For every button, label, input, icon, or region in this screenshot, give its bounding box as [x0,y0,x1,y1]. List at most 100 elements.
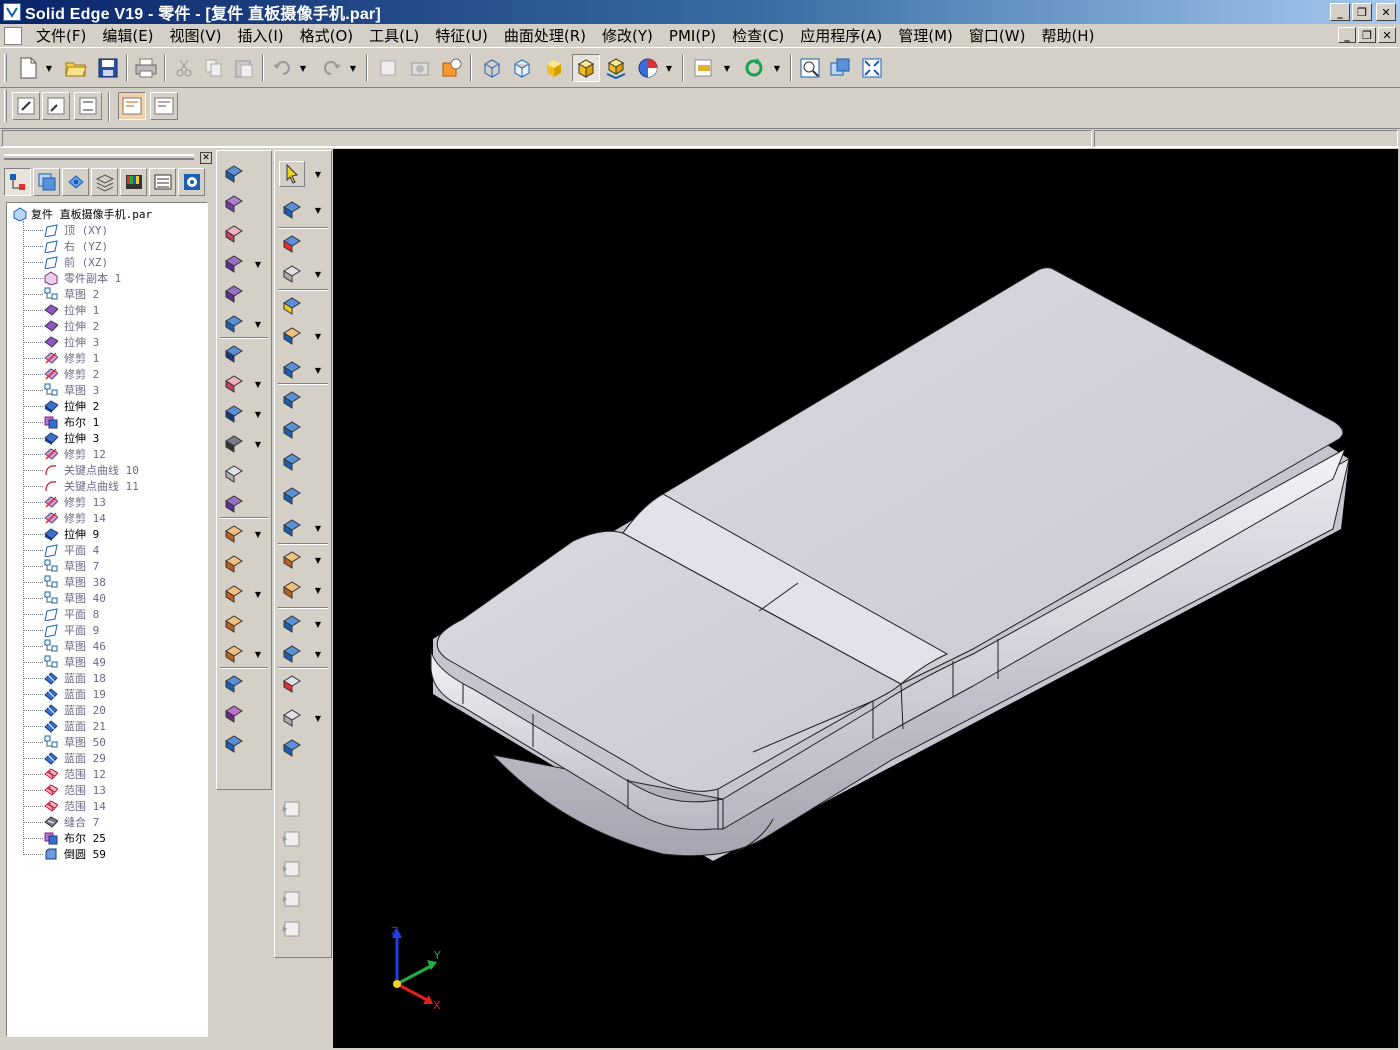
render-icon[interactable] [438,54,466,82]
tree-item[interactable]: 修剪 14 [23,510,106,526]
tree-item[interactable]: 草图 46 [23,638,106,654]
copy-surface-icon[interactable] [279,323,305,349]
tree-item[interactable]: 拉伸 2 [23,318,99,334]
tree-item[interactable]: 关键点曲线 10 [23,462,139,478]
thicken-icon[interactable] [279,483,305,509]
save-icon[interactable] [94,54,122,82]
view-orientation-icon[interactable] [690,54,718,82]
disabled-tool-3-icon[interactable] [279,856,305,882]
bluesurf-tool-icon[interactable] [279,231,305,257]
tree-item[interactable]: 平面 9 [23,622,99,638]
tree-item[interactable]: 蓝面 20 [23,702,106,718]
toolbar-grip[interactable] [4,90,7,122]
undo-icon[interactable] [268,54,296,82]
sketch-tool-icon[interactable] [279,197,305,223]
select-by-body-icon[interactable] [150,92,178,120]
edit-profile-icon[interactable] [12,92,40,120]
refresh-view-icon[interactable] [374,54,402,82]
tree-item[interactable]: 草图 50 [23,734,106,750]
solid-edge-app-icon[interactable] [3,3,21,21]
tree-item[interactable]: 蓝面 18 [23,670,106,686]
menu-file[interactable]: 文件(F) [28,25,94,47]
menu-insert[interactable]: 插入(I) [230,25,292,47]
tree-item[interactable]: 平面 4 [23,542,99,558]
thread-dropdown-icon[interactable]: ▼ [253,401,263,427]
loft-dropdown-icon[interactable]: ▼ [253,311,263,337]
replace-face-icon[interactable] [279,387,305,413]
minimize-button[interactable]: _ [1330,3,1350,21]
cut-icon[interactable] [170,54,198,82]
select-by-face-icon[interactable] [118,92,146,120]
redo-dropdown-icon[interactable]: ▼ [348,54,358,82]
disabled-tool-2-icon[interactable] [279,826,305,852]
menu-manage[interactable]: 管理(M) [890,25,961,47]
menu-help[interactable]: 帮助(H) [1033,25,1102,47]
sketch-tool-dropdown-icon[interactable]: ▼ [313,197,323,223]
pattern-icon[interactable] [221,731,247,757]
menu-format[interactable]: 格式(O) [292,25,362,47]
tab-layers-icon[interactable] [33,168,60,196]
blend-icon[interactable] [221,611,247,637]
intersect-curve-dropdown-icon[interactable]: ▼ [253,641,263,667]
intersect-dropdown-icon[interactable]: ▼ [313,577,323,603]
tree-item[interactable]: 草图 3 [23,382,99,398]
menu-tools[interactable]: 工具(L) [361,25,427,47]
intersect-curve-icon[interactable] [221,641,247,667]
tab-library-icon[interactable] [62,168,89,196]
tab-colors-icon[interactable] [120,168,147,196]
zoom-icon[interactable] [826,54,854,82]
menu-modify[interactable]: 修改(Y) [594,25,661,47]
helix-icon[interactable] [221,551,247,577]
revolve-tool-icon[interactable] [221,281,247,307]
restore-button[interactable]: ❐ [1352,3,1372,21]
select-plane-icon[interactable] [221,161,247,187]
fit-icon[interactable] [858,54,886,82]
select-tool-dropdown-icon[interactable]: ▼ [313,161,323,187]
tree-item[interactable]: 修剪 2 [23,366,99,382]
copy-surface-dropdown-icon[interactable]: ▼ [313,323,323,349]
menu-features[interactable]: 特征(U) [427,25,496,47]
shaded-floor-view-icon[interactable] [602,54,630,82]
trim-tool-icon[interactable] [221,371,247,397]
menu-pmi[interactable]: PMI(P) [661,25,724,47]
intersect-icon[interactable] [279,577,305,603]
doc-minimize-button[interactable]: _ [1338,27,1356,43]
tree-item[interactable]: 零件副本 1 [23,270,121,286]
menu-surfacing[interactable]: 曲面处理(R) [496,25,594,47]
menu-window[interactable]: 窗口(W) [961,25,1034,47]
menu-applications[interactable]: 应用程序(A) [792,25,890,47]
menu-edit[interactable]: 编辑(E) [94,25,161,47]
paste-icon[interactable] [230,54,258,82]
offset-surface-icon[interactable] [279,293,305,319]
panel-close-icon[interactable]: ✕ [200,152,212,164]
tree-item[interactable]: 布尔 1 [23,414,99,430]
round-tool-icon[interactable] [279,515,305,541]
view-orientation-dropdown-icon[interactable]: ▼ [722,54,732,82]
round-tool-dropdown-icon[interactable]: ▼ [313,515,323,541]
rib-icon[interactable] [221,431,247,457]
trim-tool-dropdown-icon[interactable]: ▼ [253,371,263,397]
chamfer-icon[interactable] [279,547,305,573]
curve-dropdown-icon[interactable]: ▼ [253,521,263,547]
tree-item[interactable]: 顶 (XY) [23,222,108,238]
draft-tool-icon[interactable] [279,641,305,667]
rotate-view-icon[interactable] [740,54,768,82]
swept-icon[interactable] [221,581,247,607]
bounded-tool-icon[interactable] [279,261,305,287]
tree-item[interactable]: 草图 40 [23,590,106,606]
document-icon[interactable] [4,26,22,45]
revolve-icon[interactable] [221,191,247,217]
new-dropdown-icon[interactable]: ▼ [44,54,54,82]
tree-item[interactable]: 修剪 13 [23,494,106,510]
tree-item[interactable]: 缝合 7 [23,814,99,830]
tab-family-icon[interactable] [91,168,118,196]
tree-item[interactable]: 右 (YZ) [23,238,108,254]
menu-view[interactable]: 视图(V) [162,25,230,47]
extend-surface-icon[interactable] [279,357,305,383]
edit-dimension-icon[interactable] [74,92,102,120]
coordinate-system-icon[interactable] [279,671,305,697]
tree-item[interactable]: 平面 8 [23,606,99,622]
shaded-view-icon[interactable] [540,54,568,82]
tree-item[interactable]: 范围 12 [23,766,106,782]
curve-icon[interactable] [221,521,247,547]
